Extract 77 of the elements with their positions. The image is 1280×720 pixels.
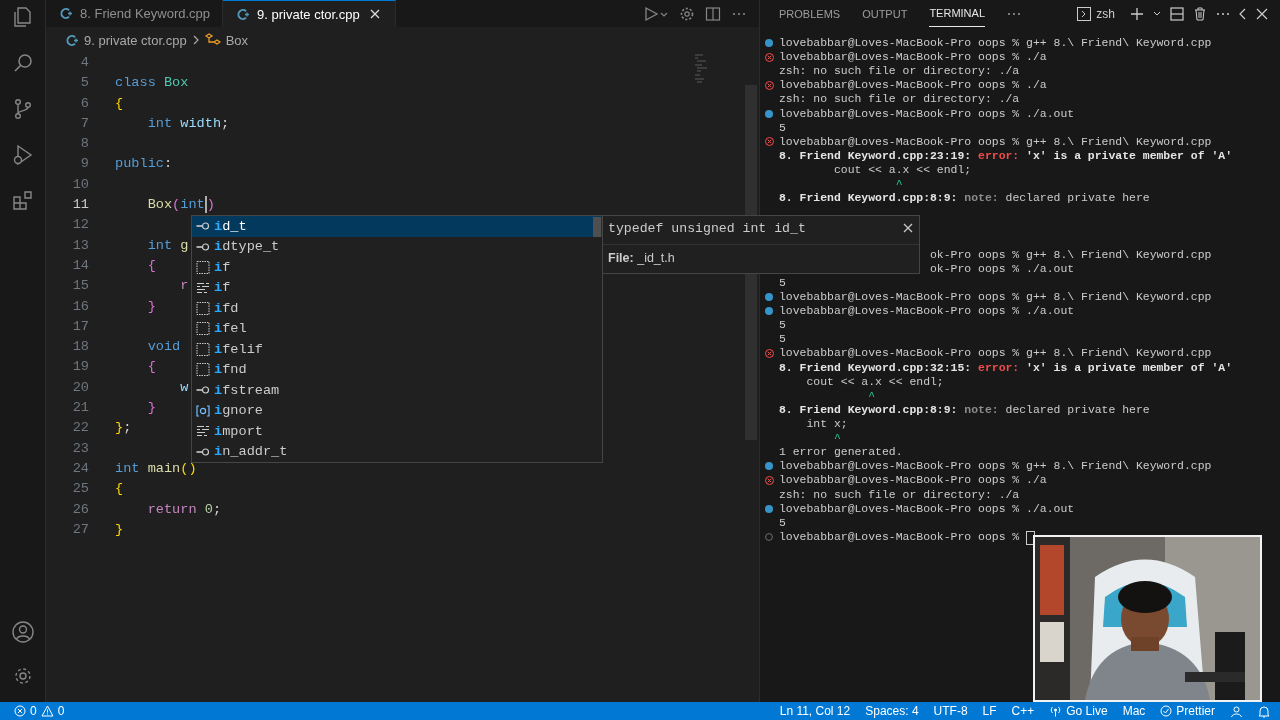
terminal-line: lovebabbar@Loves-MacBook-Pro oops % g++ 8.\ Friend\ Keyword.cpp — [779, 459, 1212, 474]
terminal-line: 5 — [779, 275, 786, 290]
code-line: { — [146, 256, 156, 275]
line-number: 25 — [71, 480, 89, 499]
code-line: void — [146, 338, 181, 357]
terminal-line: zsh: no such file or directory: ./a — [779, 64, 1020, 79]
code-line: { — [115, 94, 124, 113]
line-number: 19 — [71, 358, 89, 377]
terminal-line: ^ — [894, 177, 903, 192]
code-line: return 0; — [146, 500, 222, 519]
terminal-line: ok-Pro oops % g++ 8.\ Friend\ Keyword.cpp — [930, 247, 1212, 262]
terminal-line: ^ — [867, 388, 876, 403]
line-number: 9 — [79, 155, 89, 174]
line-number: 8 — [79, 135, 89, 154]
line-number: 23 — [71, 439, 89, 458]
line-number: 13 — [71, 236, 89, 255]
code-line: { — [146, 358, 156, 377]
terminal-line: 8. Friend Keyword.cpp:32:15: error: 'x' is a private member of 'A' — [779, 360, 1232, 375]
terminal-line: 5 — [779, 515, 786, 530]
code-line: r — [179, 277, 189, 296]
terminal-line: lovebabbar@Loves-MacBook-Pro oops % g++ 8.\ Friend\ Keyword.cpp — [779, 134, 1212, 149]
line-number: 17 — [71, 317, 89, 336]
code-line: class Box — [115, 74, 189, 93]
terminal-line: lovebabbar@Loves-MacBook-Pro oops % ./a — [779, 50, 1047, 65]
line-number: 26 — [71, 500, 89, 519]
file-info: File: _id_t.h — [607, 250, 676, 267]
code-line: public: — [115, 155, 173, 174]
terminal-line: int x; — [805, 416, 848, 432]
terminal-line: lovebabbar@Loves-MacBook-Pro oops % ./a.out — [779, 501, 1075, 516]
terminal-line: lovebabbar@Loves-MacBook-Pro oops % g++ 8.\ Friend\ Keyword.cpp — [779, 289, 1212, 305]
terminal-line: 1 error generated. — [779, 445, 903, 460]
terminal-line: cout << a.x << endl; — [805, 374, 944, 389]
line-number: 14 — [71, 256, 89, 275]
code-line: } — [146, 399, 156, 418]
terminal-line: ok-Pro oops % ./a.out — [930, 261, 1075, 276]
terminal-line: 8. Friend Keyword.cpp:8:9: note: declared private here — [779, 402, 1150, 417]
line-number: 18 — [71, 338, 89, 357]
line-number: 21 — [71, 399, 89, 418]
terminal-line: 8. Friend Keyword.cpp:8:9: note: declared private here — [779, 191, 1150, 206]
terminal-line: lovebabbar@Loves-MacBook-Pro oops % — [779, 529, 1021, 544]
code-line: } — [146, 297, 156, 316]
line-number: 22 — [71, 419, 89, 438]
terminal-line: ^ — [832, 431, 841, 446]
terminal-line: 8. Friend Keyword.cpp:23:19: error: 'x' is a private member of 'A' — [779, 148, 1232, 163]
terminal-line: lovebabbar@Loves-MacBook-Pro oops % g++ 8.\ Friend\ Keyword.cpp — [779, 346, 1212, 361]
terminal-line: lovebabbar@Loves-MacBook-Pro oops % ./a.out — [779, 304, 1075, 319]
terminal-line: lovebabbar@Loves-MacBook-Pro oops % g++ 8.\ Friend\ Keyword.cpp — [779, 36, 1212, 51]
terminal-line: 5 — [779, 332, 786, 347]
terminal-line: cout << a.x << endl; — [832, 163, 972, 178]
line-number: 16 — [71, 297, 89, 316]
terminal-line: 5 — [779, 318, 786, 333]
line-number: 27 — [71, 520, 89, 539]
line-number: 6 — [79, 94, 89, 113]
terminal-line: zsh: no such file or directory: ./a — [779, 92, 1020, 107]
code-line: Box(int) — [146, 195, 215, 215]
code-line: }; — [115, 419, 132, 438]
code-line: int width; — [146, 114, 230, 133]
line-number: 4 — [79, 54, 89, 72]
line-number: 24 — [71, 459, 89, 478]
line-number: 20 — [71, 378, 89, 397]
code-line: } — [115, 520, 124, 539]
terminal-line: zsh: no such file or directory: ./a — [779, 487, 1020, 502]
line-number: 7 — [79, 114, 89, 133]
code-line: int g — [146, 236, 189, 255]
line-number: 11 — [71, 196, 89, 215]
terminal-line: lovebabbar@Loves-MacBook-Pro oops % ./a.out — [779, 106, 1075, 121]
code-line: int main() — [115, 459, 197, 478]
terminal-line: lovebabbar@Loves-MacBook-Pro oops % ./a — [779, 78, 1047, 93]
line-number: 10 — [71, 175, 89, 194]
line-number: 12 — [71, 216, 89, 235]
type-signature: typedef unsigned int id_t — [603, 216, 919, 245]
code-line: { — [115, 480, 124, 499]
line-number: 15 — [71, 277, 89, 296]
terminal-line: lovebabbar@Loves-MacBook-Pro oops % ./a — [779, 473, 1047, 488]
terminal-line: 5 — [779, 120, 786, 135]
code-line: w — [179, 378, 189, 397]
line-number: 5 — [79, 74, 89, 93]
